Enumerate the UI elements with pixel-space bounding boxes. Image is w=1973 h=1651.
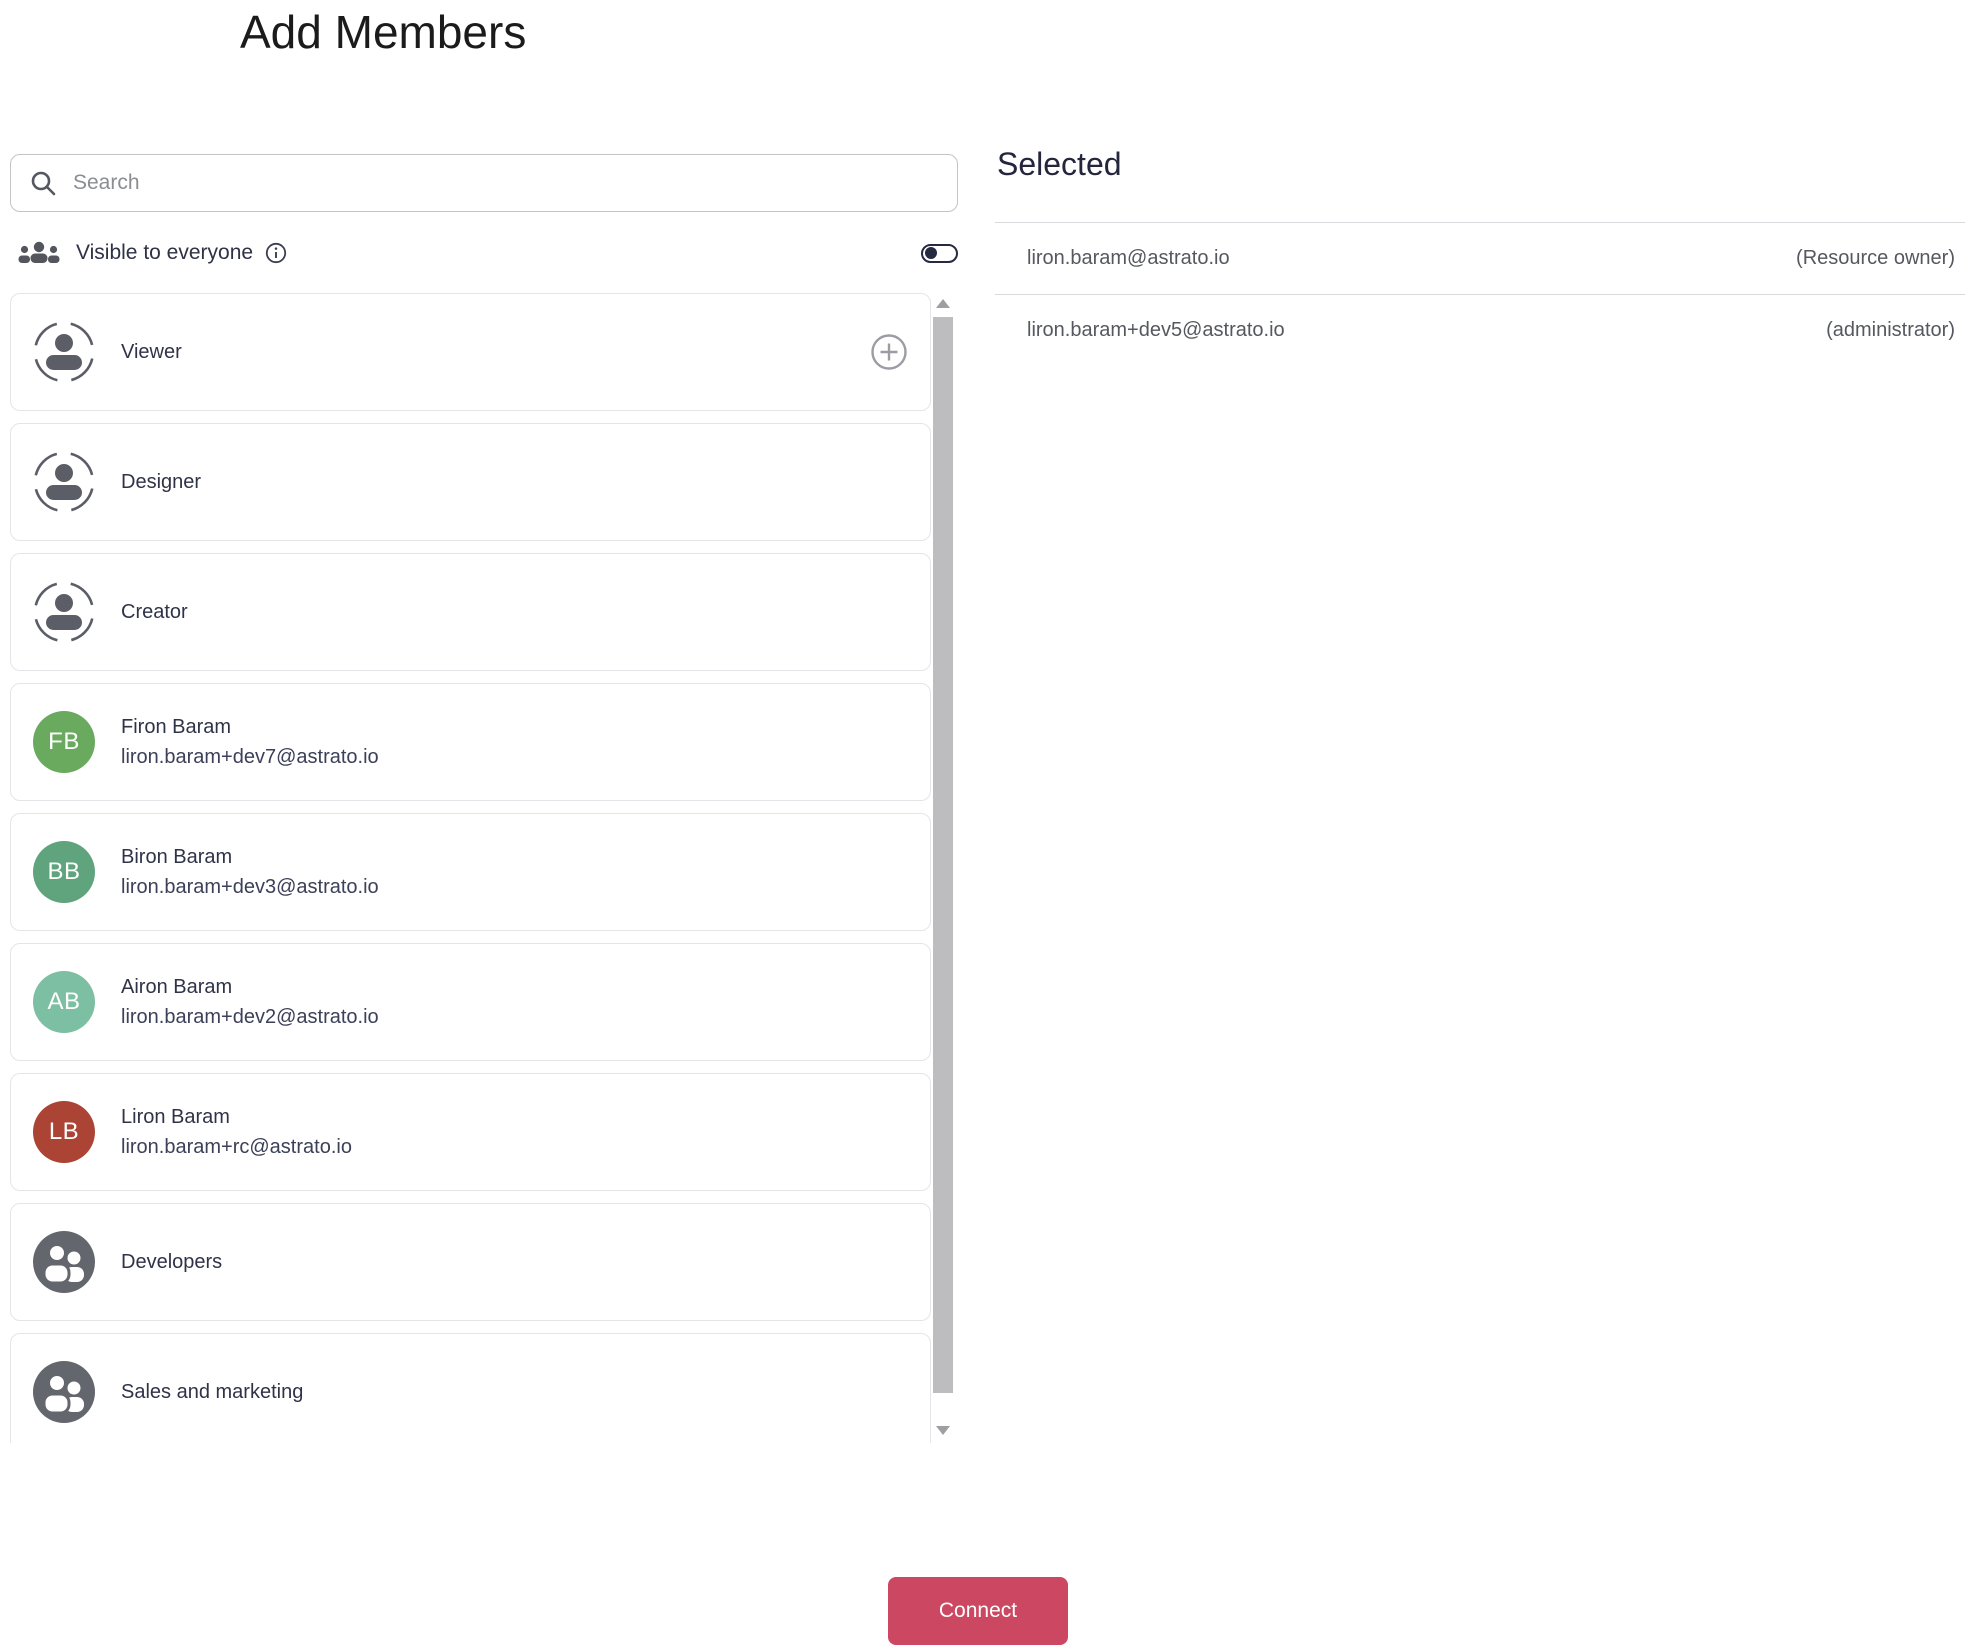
member-name: Firon Baram bbox=[121, 715, 232, 738]
member-label: Developers bbox=[121, 1250, 223, 1273]
selected-email: liron.baram+dev5@astrato.io bbox=[1027, 319, 1285, 341]
connect-button[interactable]: Connect bbox=[888, 1577, 1068, 1645]
user-avatar: AB bbox=[33, 971, 95, 1033]
selected-list: liron.baram@astrato.io (Resource owner) … bbox=[995, 222, 1965, 366]
selected-heading: Selected bbox=[997, 146, 1122, 182]
toggle-knob bbox=[925, 247, 937, 259]
list-item-viewer[interactable]: Viewer bbox=[10, 293, 931, 411]
selected-row: liron.baram+dev5@astrato.io (administrat… bbox=[995, 294, 1965, 366]
member-email: liron.baram+rc@astrato.io bbox=[121, 1135, 352, 1158]
selected-role: (Resource owner) bbox=[1796, 247, 1955, 269]
member-label: Viewer bbox=[121, 340, 182, 363]
member-label: Sales and marketing bbox=[121, 1380, 304, 1403]
member-name: Airon Baram bbox=[121, 975, 233, 998]
list-item-group[interactable]: Sales and marketing bbox=[10, 1333, 931, 1443]
list-item-user[interactable]: BB Biron Baram liron.baram+dev3@astrato.… bbox=[10, 813, 931, 931]
scrollbar-thumb[interactable] bbox=[933, 317, 953, 1393]
search-icon bbox=[31, 171, 56, 196]
list-item-user[interactable]: AB Airon Baram liron.baram+dev2@astrato.… bbox=[10, 943, 931, 1061]
groups-icon bbox=[18, 241, 60, 263]
page-title: Add Members bbox=[240, 6, 527, 58]
list-item-user[interactable]: FB Firon Baram liron.baram+dev7@astrato.… bbox=[10, 683, 931, 801]
group-avatar-icon bbox=[33, 1361, 95, 1423]
role-avatar-icon bbox=[33, 581, 95, 643]
member-label: Designer bbox=[121, 470, 202, 493]
group-avatar-icon bbox=[33, 1231, 95, 1293]
member-label: Creator bbox=[121, 600, 188, 623]
list-item-designer[interactable]: Designer bbox=[10, 423, 931, 541]
list-item-user[interactable]: LB Liron Baram liron.baram+rc@astrato.io bbox=[10, 1073, 931, 1191]
visible-to-everyone-row: Visible to everyone bbox=[10, 230, 958, 276]
selected-row: liron.baram@astrato.io (Resource owner) bbox=[995, 222, 1965, 294]
member-name: Biron Baram bbox=[121, 845, 233, 868]
list-item-creator[interactable]: Creator bbox=[10, 553, 931, 671]
list-item-group[interactable]: Developers bbox=[10, 1203, 931, 1321]
member-email: liron.baram+dev2@astrato.io bbox=[121, 1005, 379, 1028]
member-list: Viewer Designer Creator FB Firon Baram l… bbox=[10, 293, 931, 1443]
user-avatar: FB bbox=[33, 711, 95, 773]
visibility-toggle[interactable] bbox=[921, 243, 958, 263]
info-icon[interactable] bbox=[265, 242, 287, 264]
selected-role: (administrator) bbox=[1826, 319, 1955, 341]
scroll-up-arrow-icon[interactable] bbox=[936, 299, 950, 308]
add-plus-icon[interactable] bbox=[870, 333, 908, 371]
list-scrollbar[interactable] bbox=[933, 293, 953, 1443]
visible-to-everyone-label: Visible to everyone bbox=[76, 241, 254, 264]
search-input[interactable] bbox=[73, 171, 939, 195]
member-name: Liron Baram bbox=[121, 1105, 230, 1128]
user-avatar: BB bbox=[33, 841, 95, 903]
role-avatar-icon bbox=[33, 321, 95, 383]
scroll-down-arrow-icon[interactable] bbox=[936, 1426, 950, 1435]
user-avatar: LB bbox=[33, 1101, 95, 1163]
member-email: liron.baram+dev7@astrato.io bbox=[121, 745, 379, 768]
selected-email: liron.baram@astrato.io bbox=[1027, 247, 1230, 269]
member-email: liron.baram+dev3@astrato.io bbox=[121, 875, 379, 898]
role-avatar-icon bbox=[33, 451, 95, 513]
search-box[interactable] bbox=[10, 154, 958, 212]
